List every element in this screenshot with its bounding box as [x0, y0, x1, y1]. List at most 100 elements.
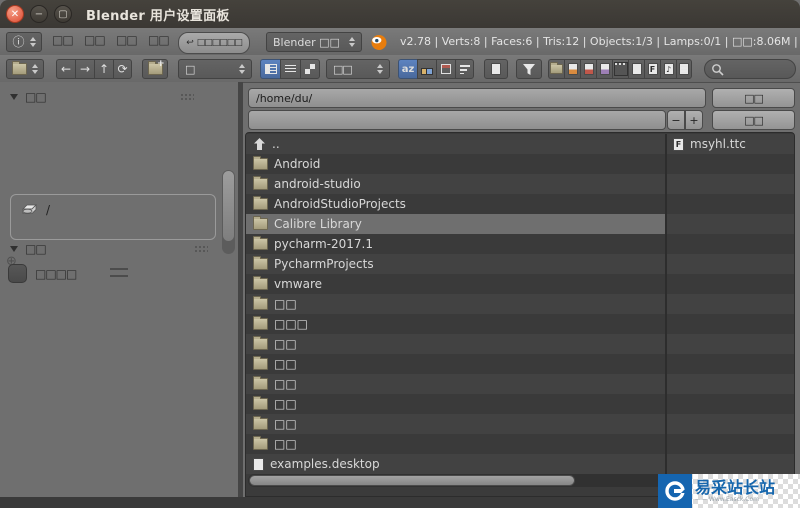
file-row[interactable]: .. Fmsyhl.ttc	[246, 134, 794, 154]
watermark: 易采站长站 —— Www.Easck.Com	[658, 474, 800, 508]
sort-size-button[interactable]	[455, 59, 474, 79]
render-engine-dropdown[interactable]: Blender □□	[266, 32, 362, 52]
editor-type-selector[interactable]: ⓘ	[6, 32, 42, 52]
display-list-button[interactable]	[280, 59, 300, 79]
bookmarks-panel-header[interactable]: □□	[0, 240, 238, 258]
panel-drag-grip[interactable]	[194, 245, 208, 253]
file-row[interactable]: □□	[246, 434, 794, 454]
system-panel-header[interactable]: □□	[0, 88, 238, 106]
increment-filename-button[interactable]: +	[685, 110, 703, 130]
text-file-icon	[679, 63, 689, 75]
minus-icon: −	[671, 113, 681, 127]
file-row[interactable]: PycharmProjects	[246, 254, 794, 274]
sort-extension-button[interactable]	[417, 59, 436, 79]
search-input[interactable]	[704, 59, 796, 79]
file-name: □□□	[274, 317, 309, 331]
file-row[interactable]: pycharm-2017.1	[246, 234, 794, 254]
scrollbar-thumb[interactable]	[249, 475, 575, 486]
display-thumbnails-button[interactable]	[300, 59, 320, 79]
watermark-subtitle: —— Www.Easck.Com	[695, 496, 759, 503]
file-row[interactable]: □□	[246, 294, 794, 314]
folder-icon	[253, 396, 268, 410]
filter-blend-button[interactable]	[564, 59, 580, 79]
maximize-button-icon[interactable]: ▢	[54, 5, 72, 23]
minimize-button-icon[interactable]: −	[30, 5, 48, 23]
back-to-previous-label: □□□□□□	[196, 38, 243, 48]
menu-file[interactable]: □□	[52, 33, 74, 47]
file-name: ..	[272, 137, 280, 151]
scrollbar-thumb[interactable]	[223, 171, 234, 241]
file-row[interactable]: examples.desktop	[246, 454, 794, 474]
menu-window[interactable]: □□	[116, 33, 138, 47]
sort-size-icon	[459, 64, 470, 74]
add-bookmark-button[interactable]	[8, 264, 27, 283]
file-row[interactable]: □□	[246, 334, 794, 354]
file-row[interactable]: □□	[246, 394, 794, 414]
back-arrow-icon: ↩	[186, 38, 194, 48]
folder-icon	[253, 216, 268, 230]
new-directory-button[interactable]: +	[142, 59, 168, 79]
bookmarks-panel-title: □□	[25, 242, 47, 256]
file-row[interactable]: □□	[246, 354, 794, 374]
file-row[interactable]: Calibre Library	[246, 214, 794, 234]
parent-dir-icon	[254, 138, 265, 150]
display-mode-group	[260, 59, 320, 79]
back-to-previous-button[interactable]: ↩ □□□□□□	[178, 32, 250, 54]
decrement-filename-button[interactable]: −	[667, 110, 685, 130]
forward-button[interactable]: →	[75, 59, 94, 79]
easck-logo-icon	[658, 474, 692, 508]
disk-drive-icon	[22, 203, 37, 214]
list-item-root[interactable]: /	[11, 195, 215, 217]
display-size-dropdown[interactable]: □□	[326, 59, 390, 79]
open-button[interactable]: □□	[712, 88, 795, 108]
parent-dir-button[interactable]: ↑	[94, 59, 113, 79]
folder-icon	[253, 436, 268, 450]
file-row[interactable]: AndroidStudioProjects	[246, 194, 794, 214]
filter-scripts-button[interactable]	[628, 59, 644, 79]
show-hidden-files-button[interactable]	[484, 59, 508, 79]
display-detailed-list-button[interactable]	[260, 59, 280, 79]
filter-text-button[interactable]	[676, 59, 692, 79]
filter-folders-button[interactable]	[548, 59, 564, 79]
editor-type-selector[interactable]	[6, 59, 44, 79]
movie-file-icon	[613, 62, 628, 76]
file-row[interactable]: □□□	[246, 314, 794, 334]
filter-backup-blend-button[interactable]	[580, 59, 596, 79]
recursion-value: □	[185, 62, 195, 76]
sort-time-button[interactable]	[436, 59, 455, 79]
file-row[interactable]: Android	[246, 154, 794, 174]
file-row[interactable]: □□	[246, 414, 794, 434]
file-name: msyhl.ttc	[690, 137, 746, 151]
info-icon: ⓘ	[12, 35, 25, 49]
panel-drag-grip[interactable]	[180, 93, 194, 101]
back-button[interactable]: ←	[56, 59, 75, 79]
chevron-updown-icon	[29, 37, 36, 47]
file-name: □□	[274, 377, 297, 391]
filename-input[interactable]	[248, 110, 666, 130]
menu-help[interactable]: □□	[148, 33, 170, 47]
file-row[interactable]: vmware	[246, 274, 794, 294]
blender-logo-icon	[371, 35, 387, 50]
font-file-icon: F	[647, 63, 658, 75]
file-row[interactable]: □□	[246, 374, 794, 394]
filter-sounds-button[interactable]: ♪	[660, 59, 676, 79]
recursion-dropdown[interactable]: □	[178, 59, 252, 79]
refresh-button[interactable]: ⟳	[113, 59, 132, 79]
panel-collapse-icon	[10, 94, 18, 100]
file-row[interactable]: android-studio	[246, 174, 794, 194]
filter-toggle-button[interactable]	[516, 59, 542, 79]
cancel-button[interactable]: □□	[712, 110, 795, 130]
new-folder-icon: +	[147, 59, 165, 75]
close-button-icon[interactable]: ✕	[6, 5, 24, 23]
sort-alphabetical-button[interactable]: az	[398, 59, 417, 79]
menu-render[interactable]: □□	[84, 33, 106, 47]
scene-stats: v2.78 | Verts:8 | Faces:6 | Tris:12 | Ob…	[400, 35, 800, 48]
folder-icon	[253, 196, 268, 210]
sidebar-divider[interactable]	[238, 82, 243, 497]
path-input[interactable]	[248, 88, 706, 108]
filter-movies-button[interactable]	[612, 59, 628, 79]
filter-images-button[interactable]	[596, 59, 612, 79]
list-resize-grip[interactable]	[110, 268, 128, 277]
refresh-icon: ⟳	[117, 62, 128, 76]
filter-fonts-button[interactable]: F	[644, 59, 660, 79]
